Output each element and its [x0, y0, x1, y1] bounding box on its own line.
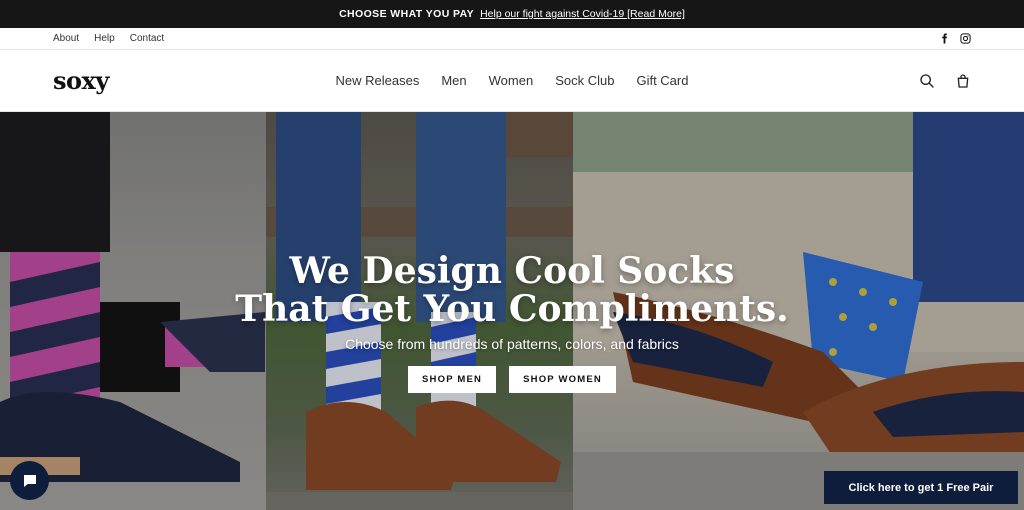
hero-copy: We Design Cool Socks That Get You Compli…: [0, 252, 1024, 393]
announcement-link[interactable]: Help our fight against Covid-19 [Read Mo…: [480, 8, 685, 20]
facebook-icon[interactable]: [939, 33, 950, 44]
instagram-icon[interactable]: [960, 33, 971, 44]
utility-link-contact[interactable]: Contact: [130, 33, 164, 44]
shop-men-button[interactable]: SHOP MEN: [408, 366, 497, 393]
free-pair-button[interactable]: Click here to get 1 Free Pair: [824, 471, 1018, 504]
utility-link-help[interactable]: Help: [94, 33, 115, 44]
hero-headline-line2: That Get You Compliments.: [235, 288, 789, 330]
hero-banner: We Design Cool Socks That Get You Compli…: [0, 112, 1024, 510]
announcement-bold: CHOOSE WHAT YOU PAY: [339, 8, 475, 20]
logo[interactable]: soxy: [53, 66, 109, 95]
utility-link-about[interactable]: About: [53, 33, 79, 44]
nav-sock-club[interactable]: Sock Club: [555, 73, 614, 88]
site-header: soxy New Releases Men Women Sock Club Gi…: [0, 50, 1024, 112]
chat-bubble-icon[interactable]: [10, 461, 49, 500]
nav-men[interactable]: Men: [441, 73, 466, 88]
hero-subtext: Choose from hundreds of patterns, colors…: [345, 336, 679, 352]
hero-headline-line1: We Design Cool Socks: [289, 250, 735, 292]
nav-new-releases[interactable]: New Releases: [336, 73, 420, 88]
announcement-bar: CHOOSE WHAT YOU PAY Help our fight again…: [0, 0, 1024, 28]
main-nav: New Releases Men Women Sock Club Gift Ca…: [0, 73, 1024, 88]
hero-headline: We Design Cool Socks That Get You Compli…: [0, 252, 1024, 328]
utility-bar: About Help Contact: [0, 28, 1024, 50]
cart-icon[interactable]: [955, 73, 971, 89]
search-icon[interactable]: [919, 73, 935, 89]
shop-women-button[interactable]: SHOP WOMEN: [509, 366, 616, 393]
nav-gift-card[interactable]: Gift Card: [636, 73, 688, 88]
nav-women[interactable]: Women: [489, 73, 534, 88]
